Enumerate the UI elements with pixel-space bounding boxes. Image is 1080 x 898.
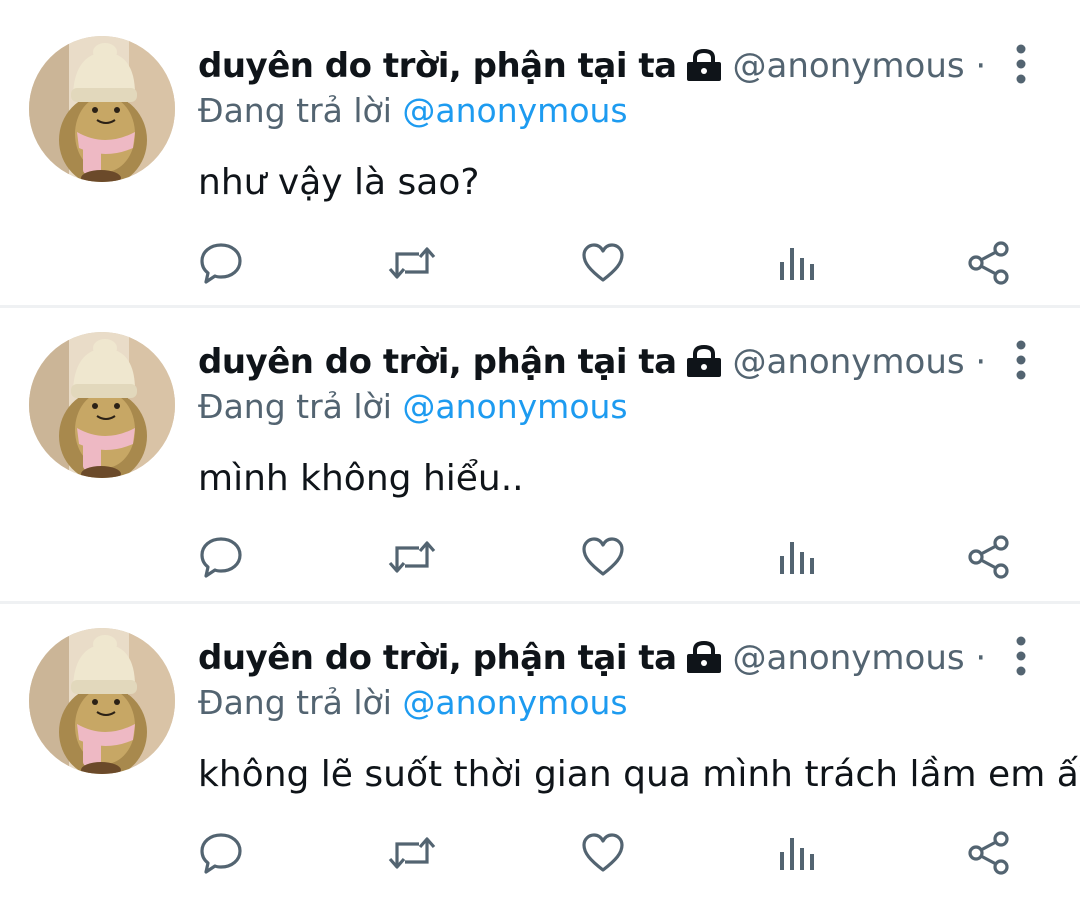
heart-icon[interactable] xyxy=(580,830,626,876)
more-vertical-icon[interactable] xyxy=(1006,44,1036,84)
retweet-icon[interactable] xyxy=(387,830,436,876)
handle-and-time[interactable]: @anonymous · 1... xyxy=(733,638,988,678)
reply-prefix: Đang trả lời xyxy=(198,683,392,722)
tweet-text: không lẽ suốt thời gian qua mình trách l… xyxy=(198,754,1080,795)
lock-icon xyxy=(685,46,723,90)
tweet-text: mình không hiểu.. xyxy=(198,458,524,499)
tweet-header: duyên do trời, phận tại ta @anonymous · 1… xyxy=(198,42,988,90)
tweet[interactable]: duyên do trời, phận tại ta @anonymous · 1… xyxy=(0,308,1080,604)
display-name[interactable]: duyên do trời, phận tại ta xyxy=(198,638,677,678)
heart-icon[interactable] xyxy=(580,240,626,286)
avatar[interactable] xyxy=(29,628,175,774)
share-icon[interactable] xyxy=(966,830,1012,876)
reply-handle-link[interactable]: @anonymous xyxy=(402,387,627,426)
handle-and-time[interactable]: @anonymous · 1... xyxy=(733,46,988,86)
reply-prefix: Đang trả lời xyxy=(198,387,392,426)
reply-handle-link[interactable]: @anonymous xyxy=(402,91,627,130)
lock-icon xyxy=(685,342,723,386)
avatar-image xyxy=(29,36,175,182)
reply-prefix: Đang trả lời xyxy=(198,91,392,130)
replying-to: Đang trả lời @anonymous xyxy=(198,88,628,134)
lock-icon xyxy=(685,638,723,682)
action-bar xyxy=(0,534,1080,580)
handle-and-time[interactable]: @anonymous · 1... xyxy=(733,342,988,382)
tweet-header: duyên do trời, phận tại ta @anonymous · 1… xyxy=(198,634,988,682)
avatar-image xyxy=(29,628,175,774)
avatar[interactable] xyxy=(29,332,175,478)
views-icon[interactable] xyxy=(774,240,820,286)
tweet-text: như vậy là sao? xyxy=(198,162,480,203)
retweet-icon[interactable] xyxy=(387,240,436,286)
display-name[interactable]: duyên do trời, phận tại ta xyxy=(198,342,677,382)
reply-icon[interactable] xyxy=(198,534,244,580)
views-icon[interactable] xyxy=(774,534,820,580)
avatar[interactable] xyxy=(29,36,175,182)
views-icon[interactable] xyxy=(774,830,820,876)
reply-icon[interactable] xyxy=(198,240,244,286)
tweet-header: duyên do trời, phận tại ta @anonymous · 1… xyxy=(198,338,988,386)
reply-handle-link[interactable]: @anonymous xyxy=(402,683,627,722)
avatar-image xyxy=(29,332,175,478)
tweet[interactable]: duyên do trời, phận tại ta @anonymous · 1… xyxy=(0,0,1080,308)
more-vertical-icon[interactable] xyxy=(1006,636,1036,676)
tweet[interactable]: duyên do trời, phận tại ta @anonymous · 1… xyxy=(0,604,1080,898)
reply-icon[interactable] xyxy=(198,830,244,876)
action-bar xyxy=(0,240,1080,286)
heart-icon[interactable] xyxy=(580,534,626,580)
share-icon[interactable] xyxy=(966,534,1012,580)
share-icon[interactable] xyxy=(966,240,1012,286)
action-bar xyxy=(0,830,1080,876)
display-name[interactable]: duyên do trời, phận tại ta xyxy=(198,46,677,86)
more-vertical-icon[interactable] xyxy=(1006,340,1036,380)
replying-to: Đang trả lời @anonymous xyxy=(198,680,628,726)
replying-to: Đang trả lời @anonymous xyxy=(198,384,628,430)
retweet-icon[interactable] xyxy=(387,534,436,580)
